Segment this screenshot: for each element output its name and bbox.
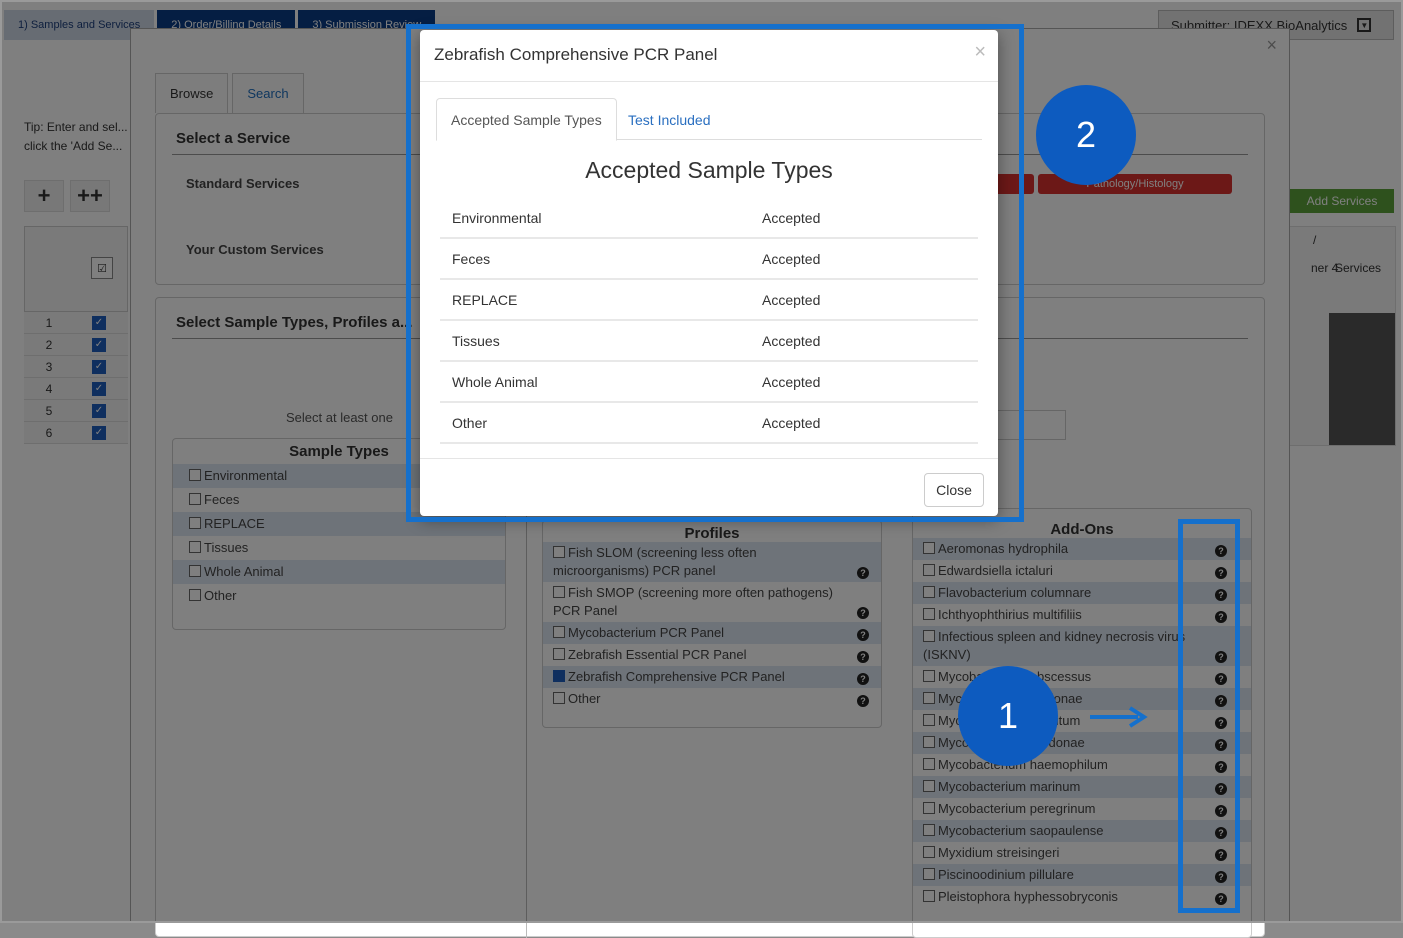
highlight-modal-box bbox=[406, 24, 1024, 522]
callout-badge-1: 1 bbox=[958, 666, 1058, 766]
callout-arrow-icon bbox=[1090, 706, 1148, 728]
highlight-help-icons-box bbox=[1178, 519, 1240, 913]
callout-badge-2: 2 bbox=[1036, 85, 1136, 185]
